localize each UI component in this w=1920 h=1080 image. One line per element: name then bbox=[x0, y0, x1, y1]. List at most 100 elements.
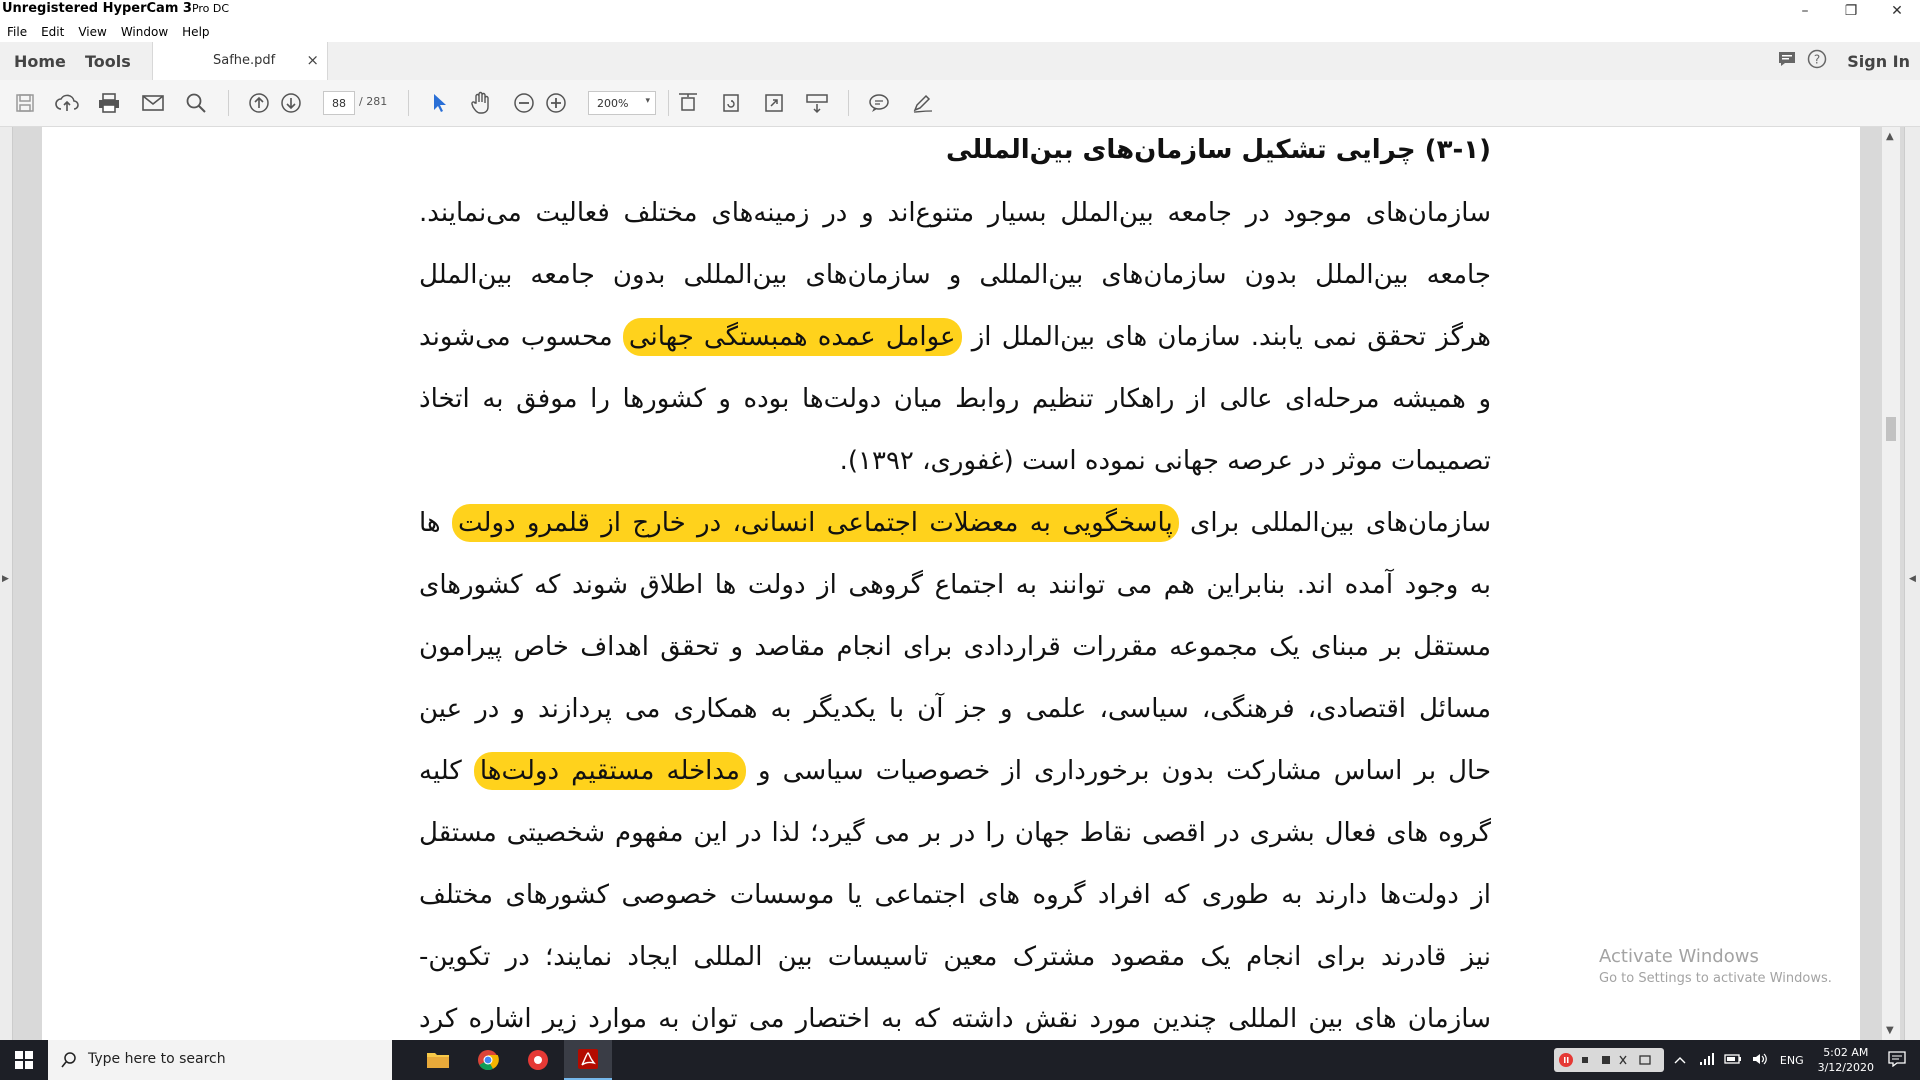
text-segment: کلیه bbox=[419, 756, 462, 786]
search-icon bbox=[60, 1051, 78, 1073]
clock-time: 5:02 AM bbox=[1823, 1046, 1869, 1059]
menu-view[interactable]: View bbox=[71, 25, 113, 39]
fit-page-icon[interactable] bbox=[675, 90, 701, 116]
upload-cloud-icon[interactable] bbox=[54, 90, 80, 116]
text-segment: هرگز تحقق نمی یابند. سازمان های بین‌المل… bbox=[971, 322, 1491, 352]
toolbar-separator bbox=[848, 90, 849, 116]
highlighted-text[interactable]: عوامل عمده همبستگی جهانی bbox=[622, 318, 962, 356]
taskbar-search-box[interactable]: Type here to search bbox=[48, 1040, 392, 1080]
volume-icon[interactable] bbox=[1752, 1052, 1768, 1069]
right-panel-toggle[interactable]: ◀ bbox=[1904, 127, 1920, 1040]
zoom-value: 200% bbox=[597, 97, 629, 110]
window-title-suffix: Pro DC bbox=[191, 2, 230, 15]
left-panel-toggle[interactable]: ▶ bbox=[0, 127, 13, 1040]
text-line: نیز قادرند برای انجام یک مقصود مشترک معی… bbox=[419, 942, 1491, 972]
search-placeholder: Type here to search bbox=[88, 1051, 226, 1067]
toolbar-separator bbox=[668, 90, 669, 116]
zoom-out-icon[interactable] bbox=[511, 90, 537, 116]
comment-bubble-icon[interactable] bbox=[1777, 50, 1797, 72]
scrollbar-thumb[interactable] bbox=[1886, 417, 1896, 441]
clock-date: 3/12/2020 bbox=[1817, 1061, 1874, 1074]
page-total: / 281 bbox=[359, 95, 388, 108]
network-icon[interactable] bbox=[1698, 1052, 1714, 1069]
minimize-button[interactable]: – bbox=[1782, 0, 1828, 22]
chrome-icon[interactable] bbox=[464, 1040, 512, 1080]
text-segment: حال بر اساس مشارکت بدون برخورداری از خصو… bbox=[758, 756, 1491, 786]
system-tray: ENG 5:02 AM 3/12/2020 bbox=[1553, 1040, 1920, 1080]
text-line: جامعه بین‌الملل بدون سازمان‌های بین‌المل… bbox=[419, 260, 1491, 290]
restore-button[interactable]: ❐ bbox=[1828, 0, 1874, 22]
toolbar-separator bbox=[228, 90, 229, 116]
help-icon[interactable]: ? bbox=[1807, 49, 1827, 73]
zoom-select[interactable]: 200% ▾ bbox=[588, 91, 656, 115]
taskbar-clock[interactable]: 5:02 AM 3/12/2020 bbox=[1818, 1045, 1874, 1075]
text-segment: محسوب می‌شوند bbox=[419, 322, 613, 352]
close-tab-icon[interactable]: × bbox=[306, 51, 319, 69]
hand-tool-icon[interactable] bbox=[468, 90, 494, 116]
print-icon[interactable] bbox=[96, 90, 122, 116]
text-line: از دولت‌ها دارند به طوری که افراد گروه ه… bbox=[419, 880, 1491, 910]
toolbar: 88 / 281 200% ▾ bbox=[0, 80, 1920, 127]
toolbar-separator bbox=[408, 90, 409, 116]
watermark-title: Activate Windows bbox=[1599, 946, 1759, 967]
file-explorer-icon[interactable] bbox=[414, 1040, 462, 1080]
windows-logo-icon bbox=[15, 1051, 33, 1069]
scroll-mode-icon[interactable] bbox=[804, 90, 830, 116]
window-controls: – ❐ ✕ bbox=[1782, 0, 1920, 22]
text-segment: سازمان‌های بین‌المللی برای bbox=[1190, 508, 1491, 538]
menu-edit[interactable]: Edit bbox=[34, 25, 71, 39]
text-line: به وجود آمده اند. بنابراین هم می توانند … bbox=[419, 570, 1491, 600]
text-line: سازمان‌های بین‌المللی برای پاسخگویی به م… bbox=[419, 503, 1491, 543]
recording-controls[interactable] bbox=[1553, 1048, 1664, 1072]
title-bar: Unregistered HyperCam 3Pro DC – ❐ ✕ bbox=[0, 0, 1920, 22]
expand-right-icon: ◀ bbox=[1909, 574, 1916, 584]
save-icon[interactable] bbox=[12, 90, 38, 116]
next-page-icon[interactable] bbox=[278, 90, 304, 116]
text-segment: ها bbox=[419, 508, 441, 538]
select-pointer-icon[interactable] bbox=[426, 90, 452, 116]
highlighted-text[interactable]: پاسخگویی به معضلات اجتماعی انسانی، در خا… bbox=[452, 504, 1179, 542]
document-viewer[interactable]: ▶ (۳-۱) چرایی تشکیل سازمان‌های بین‌الملل… bbox=[0, 127, 1920, 1040]
document-tab[interactable]: Safhe.pdf × bbox=[152, 42, 328, 81]
search-icon[interactable] bbox=[183, 90, 209, 116]
expand-left-icon: ▶ bbox=[2, 574, 9, 584]
window-title: Unregistered HyperCam 3Pro DC bbox=[2, 1, 229, 16]
vertical-scrollbar[interactable]: ▲ ▼ bbox=[1882, 127, 1900, 1040]
svg-text:?: ? bbox=[1814, 53, 1820, 67]
tab-tools[interactable]: Tools bbox=[85, 42, 131, 80]
menu-bar: File Edit View Window Help bbox=[0, 22, 1920, 42]
previous-page-icon[interactable] bbox=[246, 90, 272, 116]
start-button[interactable] bbox=[0, 1040, 48, 1080]
tab-home[interactable]: Home bbox=[14, 42, 66, 80]
chevron-up-icon[interactable] bbox=[1674, 1054, 1686, 1067]
tab-bar-right: ? Sign In bbox=[1777, 42, 1920, 80]
text-line: مستقل بر مبنای یک مجموعه مقررات قراردادی… bbox=[419, 632, 1491, 662]
full-screen-icon[interactable] bbox=[761, 90, 787, 116]
page-number-input[interactable]: 88 bbox=[323, 91, 355, 115]
highlight-pen-icon[interactable] bbox=[910, 90, 936, 116]
menu-file[interactable]: File bbox=[0, 25, 34, 39]
rotate-page-icon[interactable] bbox=[718, 90, 744, 116]
menu-window[interactable]: Window bbox=[114, 25, 175, 39]
scroll-up-icon[interactable]: ▲ bbox=[1886, 131, 1894, 142]
highlighted-text[interactable]: مداخله مستقیم دولت‌ها bbox=[473, 752, 746, 790]
language-indicator[interactable]: ENG bbox=[1780, 1054, 1804, 1067]
zoom-in-icon[interactable] bbox=[543, 90, 569, 116]
activate-windows-watermark: Activate Windows Go to Settings to activ… bbox=[1599, 946, 1832, 986]
close-button[interactable]: ✕ bbox=[1874, 0, 1920, 22]
notifications-icon[interactable] bbox=[1888, 1050, 1906, 1070]
text-line: سازمان‌های موجود در جامعه بین‌الملل بسیا… bbox=[419, 198, 1491, 228]
text-line: مسائل اقتصادی، فرهنگی، سیاسی، علمی و جز … bbox=[419, 694, 1491, 724]
chevron-down-icon: ▾ bbox=[645, 96, 650, 106]
sign-in-link[interactable]: Sign In bbox=[1847, 52, 1910, 71]
email-icon[interactable] bbox=[140, 90, 166, 116]
battery-icon[interactable] bbox=[1724, 1053, 1742, 1068]
watermark-subtitle: Go to Settings to activate Windows. bbox=[1599, 971, 1832, 986]
comment-icon[interactable] bbox=[866, 90, 892, 116]
scroll-down-icon[interactable]: ▼ bbox=[1886, 1025, 1894, 1036]
menu-help[interactable]: Help bbox=[175, 25, 216, 39]
text-line: هرگز تحقق نمی یابند. سازمان های بین‌المل… bbox=[419, 317, 1491, 357]
recorder-app-icon[interactable] bbox=[514, 1040, 562, 1080]
text-line: و همیشه مرحله‌ای عالی از راهکار تنظیم رو… bbox=[419, 384, 1491, 414]
acrobat-reader-icon[interactable] bbox=[564, 1040, 612, 1080]
